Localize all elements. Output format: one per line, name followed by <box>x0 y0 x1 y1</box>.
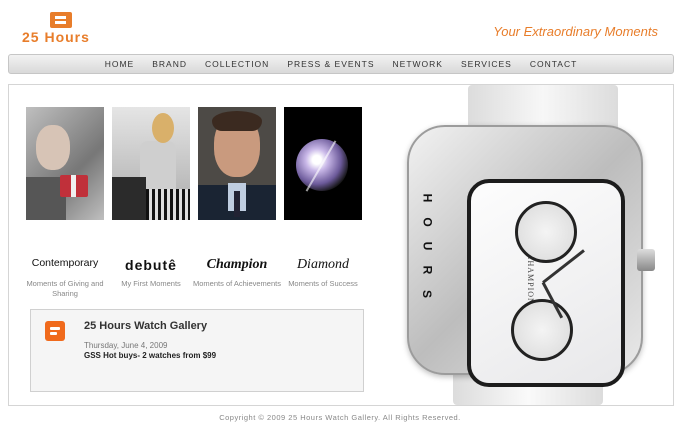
collection-title[interactable]: debutê <box>106 257 196 273</box>
footer-copyright: Copyright © 2009 25 Hours Watch Gallery.… <box>219 413 461 422</box>
nav-collection[interactable]: COLLECTION <box>196 59 278 69</box>
bezel-letter: R <box>420 265 435 275</box>
collection-desc: Moments of Success <box>288 279 358 288</box>
tagline: Your Extraordinary Moments <box>493 24 658 39</box>
watch-case: H O U R S CHAMPION <box>407 125 643 387</box>
bezel-letter: O <box>420 217 435 227</box>
watch-dial: CHAMPION <box>467 179 625 387</box>
collection-desc: Moments of Giving and Sharing <box>26 279 104 298</box>
collection-desc: Moments of Achievements <box>193 279 281 288</box>
champion-photo[interactable] <box>198 107 276 220</box>
collection-card-champion[interactable]: Champion Moments of Achievements <box>193 107 281 288</box>
blog-post-date: Thursday, June 4, 2009 <box>84 341 168 350</box>
collection-desc: My First Moments <box>121 279 181 288</box>
blogger-icon <box>45 321 65 341</box>
main-panel: Contemporary Moments of Giving and Shari… <box>8 84 674 406</box>
collection-title[interactable]: Contemporary <box>20 257 110 269</box>
debute-photo[interactable] <box>112 107 190 220</box>
diamond-photo[interactable] <box>284 107 362 220</box>
nav-home[interactable]: HOME <box>96 59 144 69</box>
main-nav: HOME BRAND COLLECTION PRESS & EVENTS NET… <box>8 54 674 74</box>
logo-text: 25 Hours <box>22 29 90 45</box>
collection-title[interactable]: Diamond <box>278 257 368 273</box>
watch-image: H O U R S CHAMPION <box>393 85 673 405</box>
collection-card-diamond[interactable]: Diamond Moments of Success <box>284 107 362 288</box>
nav-services[interactable]: SERVICES <box>452 59 521 69</box>
blog-post-link[interactable]: GSS Hot buys- 2 watches from $99 <box>84 351 216 360</box>
subdial-top <box>515 201 577 263</box>
contemporary-photo[interactable] <box>26 107 104 220</box>
blog-title[interactable]: 25 Hours Watch Gallery <box>84 320 207 332</box>
collection-title[interactable]: Champion <box>192 257 282 273</box>
subdial-bottom <box>511 299 573 361</box>
blog-widget: 25 Hours Watch Gallery Thursday, June 4,… <box>30 309 364 392</box>
nav-contact[interactable]: CONTACT <box>521 59 586 69</box>
watch-crown <box>637 249 655 271</box>
brand-logo[interactable]: 25 Hours <box>22 12 102 46</box>
dial-brand-text: CHAMPION <box>525 254 535 305</box>
collection-card-contemporary[interactable]: Contemporary Moments of Giving and Shari… <box>26 107 104 298</box>
nav-brand[interactable]: BRAND <box>143 59 196 69</box>
nav-press-events[interactable]: PRESS & EVENTS <box>278 59 383 69</box>
collection-card-debute[interactable]: debutê My First Moments <box>112 107 190 288</box>
bezel-letter: S <box>420 289 435 299</box>
nav-network[interactable]: NETWORK <box>384 59 452 69</box>
logo-mark-icon <box>50 12 72 28</box>
bezel-letter: H <box>420 193 435 203</box>
bezel-letter: U <box>420 241 435 251</box>
